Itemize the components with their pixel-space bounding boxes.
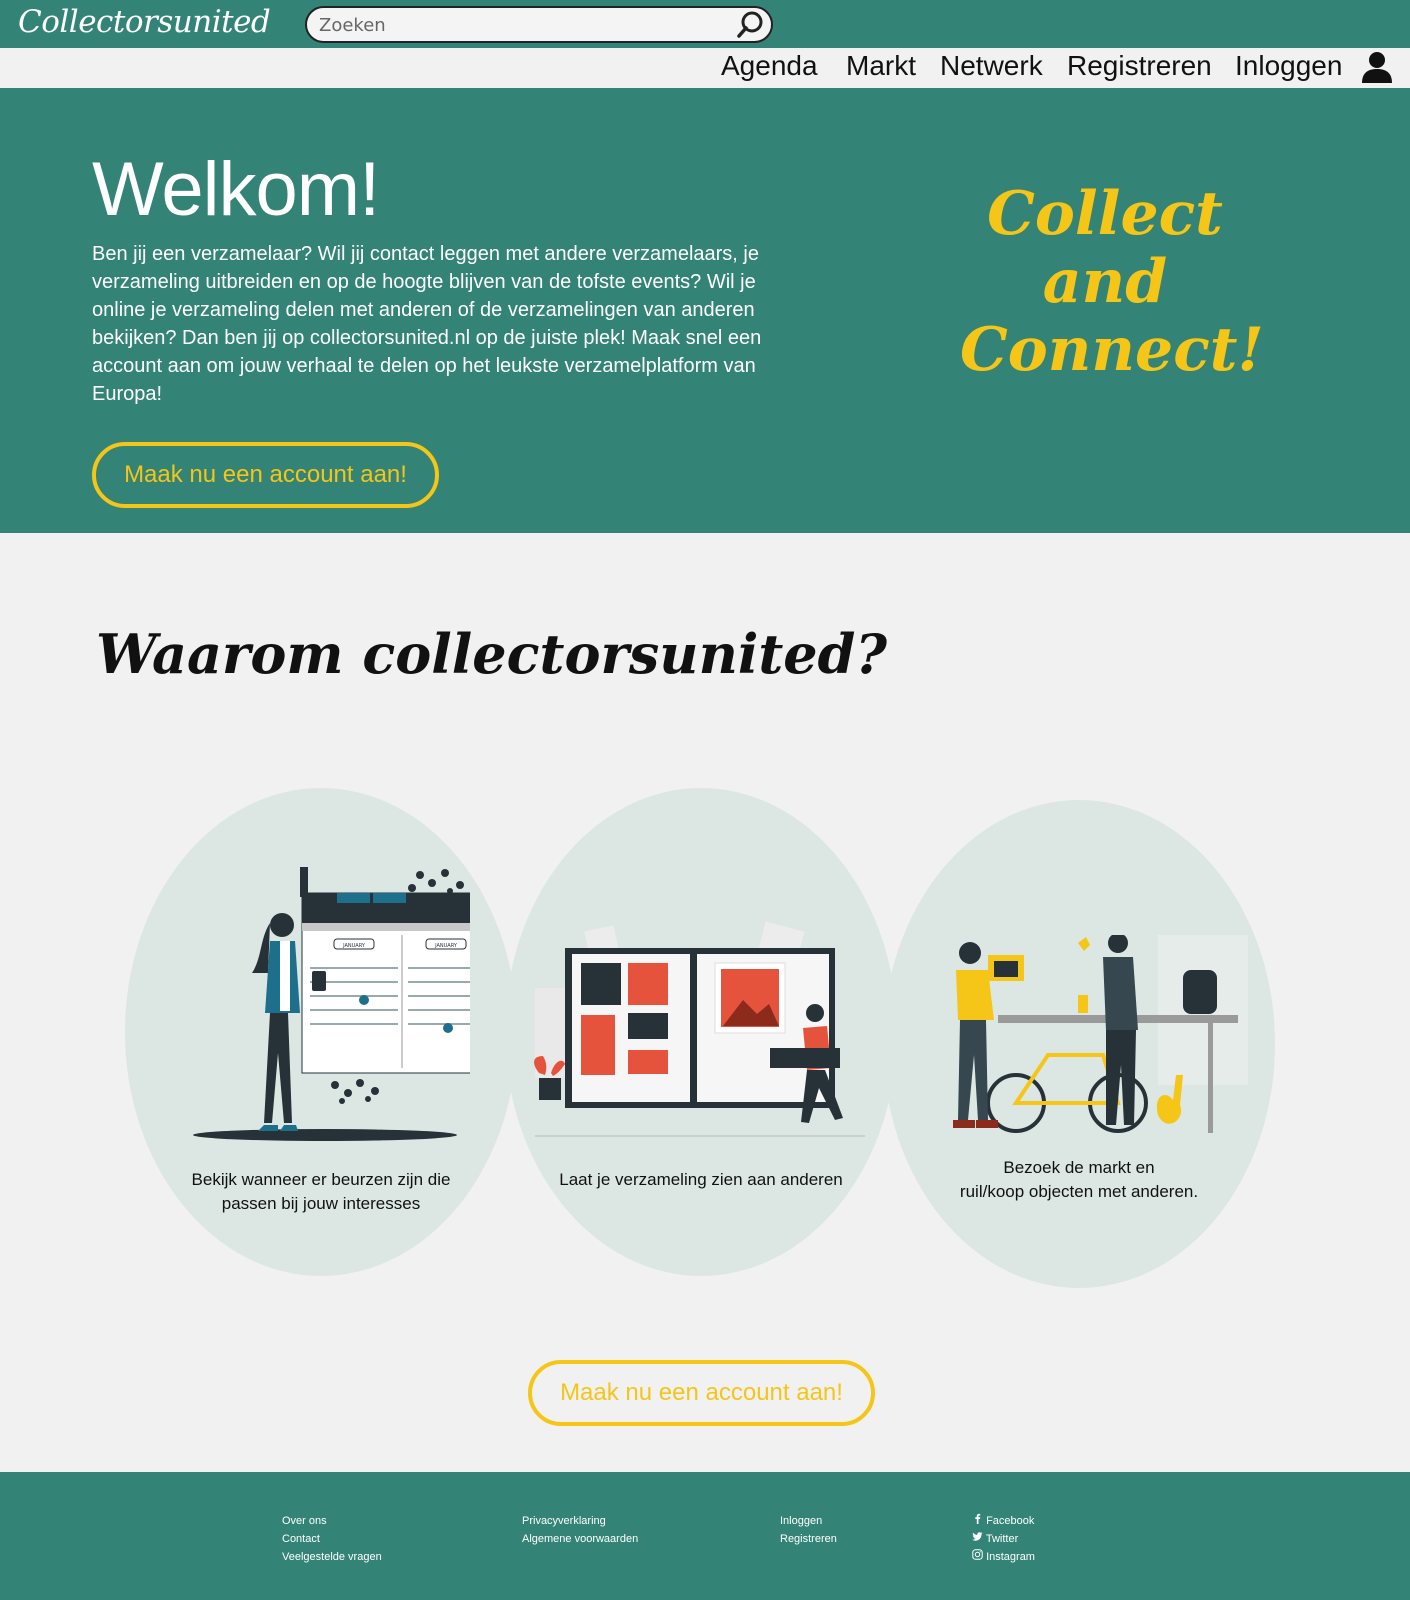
footer-link-terms[interactable]: Algemene voorwaarden: [522, 1530, 638, 1548]
nav-agenda[interactable]: Agenda: [721, 48, 818, 84]
caption-line: Bekijk wanneer er beurzen zijn die: [191, 1170, 451, 1189]
nav-registreren[interactable]: Registreren: [1067, 48, 1212, 84]
footer-link-registreren[interactable]: Registreren: [780, 1530, 837, 1548]
create-account-button-bottom[interactable]: Maak nu een account aan!: [528, 1360, 875, 1426]
twitter-icon: [972, 1532, 983, 1541]
footer-link-faq[interactable]: Veelgestelde vragen: [282, 1548, 382, 1566]
footer-col-account: Inloggen Registreren: [780, 1512, 837, 1548]
slogan: Collect and Connect!: [960, 179, 1264, 385]
search-input[interactable]: [319, 14, 719, 36]
footer-col-social: Facebook Twitter Instagram: [972, 1512, 1035, 1566]
site-logo[interactable]: Collectorsunited: [18, 4, 271, 40]
slogan-line: and: [1042, 247, 1168, 317]
caption-line: ruil/koop objecten met anderen.: [959, 1182, 1199, 1201]
hero-text: Ben jij een verzamelaar? Wil jij contact…: [92, 243, 762, 405]
top-bar: Collectorsunited: [0, 0, 1410, 48]
user-icon[interactable]: [1360, 50, 1394, 84]
footer-link-instagram[interactable]: Instagram: [972, 1548, 1035, 1566]
why-title: Waarom collectorsunited?: [96, 622, 888, 686]
market-illustration: [953, 935, 1248, 1133]
footer-link-inloggen[interactable]: Inloggen: [780, 1512, 837, 1530]
footer-col-legal: Privacyverklaring Algemene voorwaarden: [522, 1512, 638, 1548]
calendar-month-label: JANUARY: [434, 943, 458, 949]
main-nav: Agenda Markt Netwerk Registreren Inlogge…: [0, 48, 1410, 88]
feature-card-collection: Laat je verzameling zien aan anderen: [505, 788, 897, 1276]
caption-line: passen bij jouw interesses: [221, 1194, 421, 1213]
footer-col-info: Over ons Contact Veelgestelde vragen: [282, 1512, 382, 1566]
create-account-button[interactable]: Maak nu een account aan!: [92, 442, 439, 508]
feature-card-market: Bezoek de markt en ruil/koop objecten me…: [883, 800, 1275, 1288]
slogan-line: Connect!: [960, 315, 1264, 385]
footer-link-over-ons[interactable]: Over ons: [282, 1512, 382, 1530]
feature-caption: Bekijk wanneer er beurzen zijn die passe…: [125, 1168, 517, 1216]
hero-title: Welkom!: [92, 147, 380, 232]
nav-markt[interactable]: Markt: [846, 48, 916, 84]
album-illustration: [534, 921, 865, 1137]
footer: Over ons Contact Veelgestelde vragen Pri…: [0, 1472, 1410, 1600]
slogan-line: Collect: [987, 179, 1223, 249]
footer-link-facebook[interactable]: Facebook: [972, 1512, 1035, 1530]
search-box: [305, 6, 773, 43]
footer-link-privacy[interactable]: Privacyverklaring: [522, 1512, 638, 1530]
facebook-label: Facebook: [986, 1515, 1035, 1527]
instagram-label: Instagram: [986, 1551, 1035, 1563]
facebook-icon: [975, 1513, 981, 1524]
instagram-icon: [972, 1549, 983, 1560]
caption-line: Bezoek de markt en: [1003, 1158, 1155, 1177]
nav-inloggen[interactable]: Inloggen: [1235, 48, 1342, 84]
footer-link-twitter[interactable]: Twitter: [972, 1530, 1035, 1548]
calendar-month-label: JANUARY: [342, 943, 366, 949]
hero-section: Welkom! Ben jij een verzamelaar? Wil jij…: [0, 88, 1410, 533]
caption-line: Laat je verzameling zien aan anderen: [559, 1170, 843, 1189]
nav-netwerk[interactable]: Netwerk: [940, 48, 1043, 84]
search-icon[interactable]: [735, 10, 765, 40]
calendar-illustration: JANUARY JANUARY: [193, 867, 470, 1141]
twitter-label: Twitter: [985, 1533, 1019, 1545]
footer-link-contact[interactable]: Contact: [282, 1530, 382, 1548]
feature-caption: Laat je verzameling zien aan anderen: [505, 1168, 897, 1192]
feature-caption: Bezoek de markt en ruil/koop objecten me…: [883, 1156, 1275, 1204]
feature-card-agenda: JANUARY JANUARY Bekijk wanneer er beurze…: [125, 788, 517, 1276]
